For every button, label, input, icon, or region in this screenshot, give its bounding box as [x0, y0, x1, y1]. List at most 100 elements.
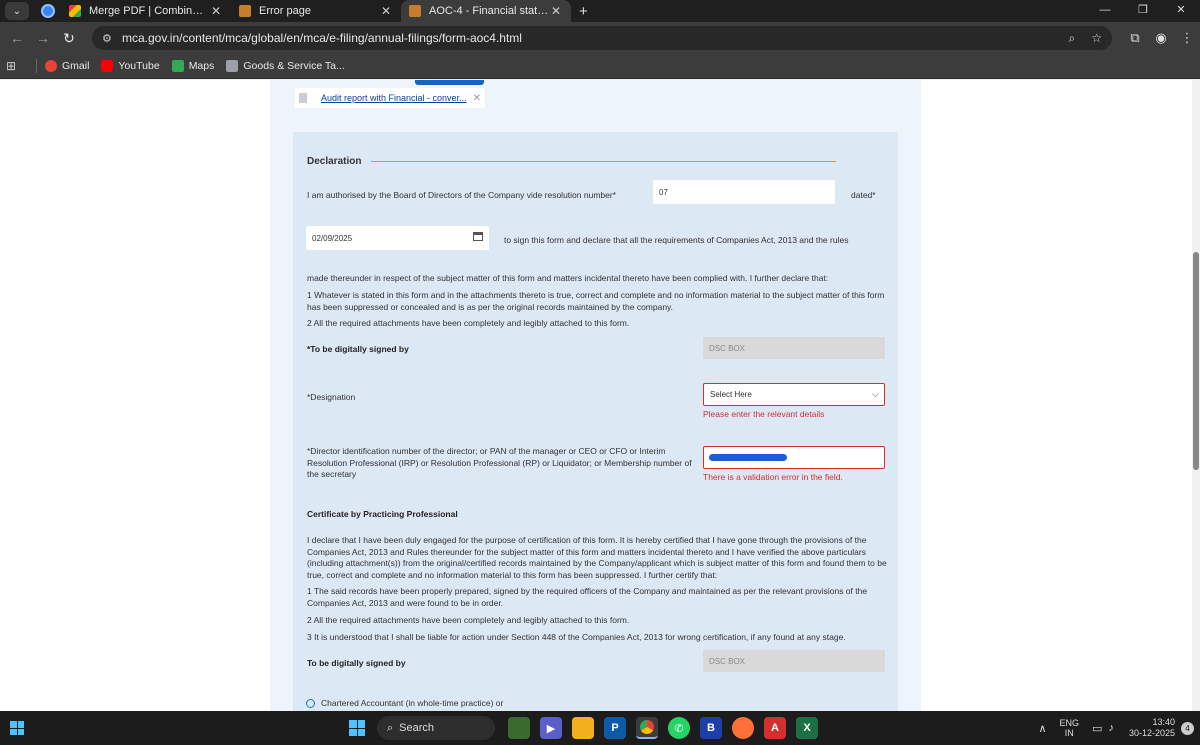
app-logo-icon: [41, 4, 55, 18]
declaration-point-2: 2 All the required attachments have been…: [307, 318, 630, 328]
cert-dsc-box[interactable]: DSC BOX: [703, 650, 885, 672]
extensions-icon[interactable]: ⧉: [1122, 30, 1148, 46]
designation-label: *Designation: [307, 392, 356, 402]
resolution-date-input[interactable]: 02/09/2025: [306, 226, 489, 250]
zoom-icon[interactable]: ⌕: [1069, 31, 1076, 46]
attachment-chip: Audit report with Financial - conver... …: [295, 88, 485, 108]
declaration-title: Declaration: [307, 156, 362, 167]
bookmark-maps[interactable]: Maps: [171, 60, 215, 72]
bookmark-gst[interactable]: Goods & Service Ta...: [226, 60, 345, 72]
close-icon[interactable]: ✕: [549, 4, 563, 18]
tab-title: AOC-4 - Financial statement and: [429, 5, 549, 17]
attachment-link[interactable]: Audit report with Financial - conver...: [321, 93, 473, 103]
dated-label: dated*: [851, 190, 876, 200]
upload-button-edge[interactable]: [415, 80, 484, 85]
certificate-point-3: 3 It is understood that I shall be liabl…: [307, 632, 846, 642]
taskbar: ⌕ Search ▶ P ✆ B A X ∧ ENG IN ▭ ♪ 13:40 30…: [0, 711, 1200, 745]
chrome-icon[interactable]: [636, 717, 658, 739]
back-icon[interactable]: ←: [4, 30, 30, 46]
forward-icon[interactable]: →: [30, 30, 56, 46]
profile-icon[interactable]: ◉: [1148, 30, 1174, 46]
page-scrollbar[interactable]: [1192, 80, 1200, 711]
close-icon[interactable]: ✕: [379, 4, 393, 18]
acrobat-icon[interactable]: A: [764, 717, 786, 739]
divider: [36, 59, 37, 73]
chartered-accountant-label: Chartered Accountant (in whole-time prac…: [321, 698, 504, 708]
address-bar[interactable]: ⚙ mca.gov.in/content/mca/global/en/mca/e…: [92, 26, 1112, 50]
certificate-point-1: 1 The said records have been properly pr…: [307, 586, 868, 608]
start-button[interactable]: [349, 720, 365, 736]
designation-select[interactable]: Select Here ⌵: [703, 383, 885, 406]
display-icon[interactable]: ▭: [1092, 722, 1102, 735]
bookmark-youtube[interactable]: YouTube: [101, 60, 160, 72]
lang-bottom: IN: [1064, 728, 1074, 738]
web-page: Audit report with Financial - conver... …: [0, 80, 1200, 711]
tab-error-page[interactable]: Error page ✕: [231, 0, 401, 22]
p-app-icon[interactable]: P: [604, 717, 626, 739]
dsc-box[interactable]: DSC BOX: [703, 337, 885, 359]
tab-merge-pdf[interactable]: Merge PDF | Combine PDF Files ✕: [61, 0, 231, 22]
clock[interactable]: 13:40 30-12-2025: [1129, 717, 1175, 739]
resolution-number-input[interactable]: 07: [653, 180, 835, 204]
tab-aoc4[interactable]: AOC-4 - Financial statement and ✕: [401, 0, 571, 22]
volume-icon[interactable]: ♪: [1108, 722, 1114, 734]
din-input[interactable]: [703, 446, 885, 469]
widgets-icon[interactable]: [10, 721, 24, 735]
site-info-icon[interactable]: ⚙: [102, 32, 122, 45]
bookmark-label: Goods & Service Ta...: [243, 60, 345, 72]
designation-error: Please enter the relevant details: [703, 409, 825, 419]
bookmark-gmail[interactable]: Gmail: [45, 60, 89, 72]
url-text[interactable]: mca.gov.in/content/mca/global/en/mca/e-f…: [122, 31, 1053, 45]
declaration-point-1: 1 Whatever is stated in this form and in…: [307, 290, 885, 312]
file-icon: [299, 93, 307, 103]
dsc-box-label: DSC BOX: [709, 343, 746, 353]
redacted-value: [709, 454, 787, 461]
b-app-icon[interactable]: B: [700, 717, 722, 739]
apps-grid-icon[interactable]: ⊞: [6, 59, 28, 73]
menu-icon[interactable]: ⋮: [1174, 30, 1200, 46]
minimize-icon[interactable]: —: [1086, 0, 1124, 22]
reload-icon[interactable]: ↻: [56, 30, 82, 47]
new-tab-icon[interactable]: +: [579, 3, 588, 20]
calendar-icon[interactable]: [473, 232, 483, 241]
excel-icon[interactable]: X: [796, 717, 818, 739]
remove-attachment-icon[interactable]: ✕: [473, 93, 481, 104]
bookmark-label: Gmail: [62, 60, 90, 72]
certificate-paragraph: I declare that I have been duly engaged …: [307, 535, 887, 580]
close-icon[interactable]: ✕: [209, 4, 223, 18]
bookmark-label: Maps: [188, 60, 215, 72]
authorised-text: I am authorised by the Board of Director…: [307, 190, 616, 200]
close-window-icon[interactable]: ✕: [1162, 0, 1200, 22]
chartered-accountant-radio[interactable]: [306, 699, 315, 708]
search-label: Search: [399, 722, 435, 734]
maps-icon: [171, 60, 184, 72]
scrollbar-thumb[interactable]: [1193, 252, 1199, 470]
window-controls: — ❐ ✕: [1086, 0, 1200, 22]
meet-icon[interactable]: ▶: [540, 717, 562, 739]
tab-title: Error page: [259, 5, 311, 17]
din-error: There is a validation error in the field…: [703, 472, 843, 482]
date-value: 02/09/2025: [312, 233, 353, 243]
taskbar-search[interactable]: ⌕ Search: [377, 716, 495, 740]
cert-signed-by-label: To be digitally signed by: [307, 658, 406, 668]
file-explorer-icon[interactable]: [572, 717, 594, 739]
chevron-up-icon[interactable]: ∧: [1038, 722, 1046, 735]
bookmarks-bar: ⊞ Gmail YouTube Maps Goods & Service Ta.…: [0, 54, 1200, 79]
whatsapp-icon[interactable]: ✆: [668, 717, 690, 739]
bookmark-star-icon[interactable]: ☆: [1091, 31, 1102, 45]
language-indicator[interactable]: ENG IN: [1060, 718, 1080, 738]
emblem-favicon-icon: [409, 5, 421, 17]
gst-icon: [226, 60, 239, 72]
tab-search-button[interactable]: ⌄: [5, 2, 29, 20]
restore-icon[interactable]: ❐: [1124, 0, 1162, 22]
browser-toolbar: ← → ↻ ⚙ mca.gov.in/content/mca/global/en…: [0, 22, 1200, 54]
firefox-icon[interactable]: [732, 717, 754, 739]
tab-title: Merge PDF | Combine PDF Files: [89, 5, 209, 17]
sign-text: to sign this form and declare that all t…: [504, 235, 849, 245]
signed-by-label: *To be digitally signed by: [307, 344, 409, 354]
time-text: 13:40: [1152, 717, 1175, 727]
pdf-favicon-icon: [69, 5, 81, 17]
pinned-tab[interactable]: [35, 2, 61, 20]
landscape-app-icon[interactable]: [508, 717, 530, 739]
notification-badge[interactable]: 4: [1181, 721, 1194, 735]
